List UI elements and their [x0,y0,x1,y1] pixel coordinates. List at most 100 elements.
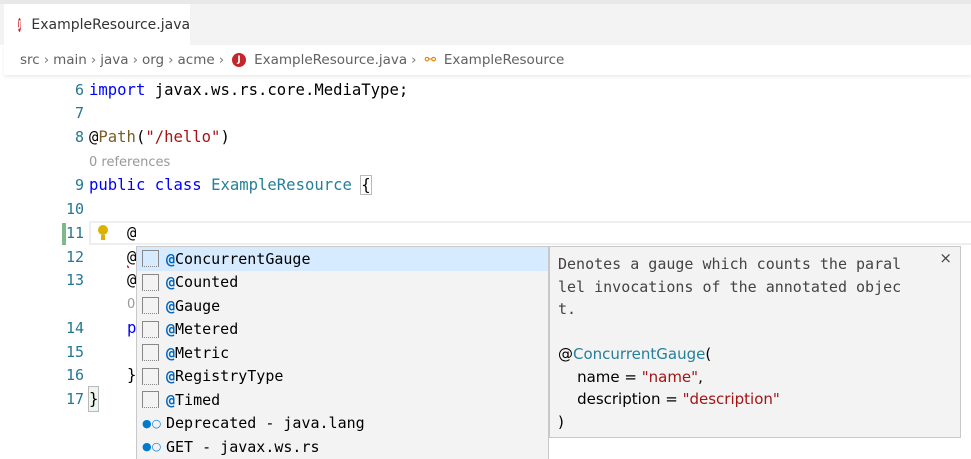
match-highlight: @ [166,390,176,409]
keyword: import [89,81,146,99]
code-text: ( [135,128,146,146]
current-line-highlight [89,221,971,245]
keyword: class [154,176,202,194]
annotation-icon [142,273,159,291]
string: "description" [682,390,780,408]
breadcrumb-file[interactable]: ExampleResource.java [254,52,407,68]
doc-text: Denotes a gauge which counts the paral [558,255,902,273]
code-text: ( [705,345,712,363]
string: "/hello" [145,128,221,146]
suggest-item[interactable]: @ Metered [137,318,548,342]
match-highlight: @ [166,343,176,362]
line-number: 12 [65,248,84,266]
keyword: public [89,176,146,194]
suggest-label: Gauge [175,296,221,315]
match-highlight: @ [166,249,176,268]
code-line-13: @ [127,271,137,289]
breadcrumb-class[interactable]: ExampleResource [444,52,564,68]
interface-icon: ●○ [142,440,162,454]
suggest-label: Counted [175,273,239,292]
annotation-icon [142,367,159,385]
codelens-references[interactable]: 0 [127,294,135,316]
suggest-details-panel: × Denotes a gauge which counts the paral… [549,246,961,438]
code-line-12: @ [127,248,137,266]
breadcrumb-main[interactable]: main [53,52,87,68]
java-file-icon: J [18,17,22,32]
chevron-right-icon: › [43,52,50,68]
lightbulb-icon[interactable] [98,225,108,240]
type-name: ExampleResource [211,176,352,194]
annotation-icon [142,344,159,362]
annotation-icon [142,250,159,268]
chevron-right-icon: › [132,52,138,68]
suggest-item[interactable]: @ Timed [137,388,548,412]
code-line-14: p [127,319,137,337]
breadcrumb-acme[interactable]: acme [178,52,215,68]
code-text: @ [89,128,99,146]
suggest-widget[interactable]: @ ConcurrentGauge @ Counted @ Gauge @ Metere… [136,246,549,459]
code-text: , [698,367,703,386]
doc-text: t. [558,300,577,318]
doc-signature: @ConcurrentGauge( [558,343,952,366]
code-text: description = [558,390,683,408]
breadcrumb-java[interactable]: java [100,52,128,68]
breadcrumb-org[interactable]: org [142,52,164,68]
match-highlight: @ [166,320,176,339]
codelens-references[interactable]: 0 references [89,152,170,174]
suggest-item[interactable]: @ Metric [137,341,548,365]
suggest-label: Deprecated - java.lang [166,414,365,433]
code-line-16: } [127,366,137,384]
annotation-icon [142,391,159,409]
breadcrumb: src › main › java › org › acme › J ExampleRes… [4,45,971,75]
code-text: ) [220,128,230,146]
suggest-item[interactable]: @ RegistryType [137,365,548,389]
suggest-item[interactable]: ●○ Deprecated - java.lang [137,412,548,436]
chevron-right-icon: › [168,52,174,68]
code-text: javax.ws.rs.core.MediaType; [145,81,409,99]
line-number: 8 [74,128,84,146]
tab-bar: J ExampleResource.java [0,0,971,45]
line-number: 6 [74,81,84,99]
chevron-right-icon: › [90,52,97,68]
match-highlight: @ [166,367,176,386]
type-name: ConcurrentGauge [573,345,706,363]
code-line-9: public class ExampleResource { [89,173,372,197]
suggest-item[interactable]: ●○ GET - javax.ws.rs [137,435,548,459]
code-line-11: @ [127,224,137,242]
line-number: 14 [65,319,84,337]
annotation: Path [98,128,136,146]
code-line-17: } [87,386,100,412]
suggest-label: GET - javax.ws.rs [166,437,320,456]
chevron-right-icon: › [218,52,225,68]
breadcrumb-src[interactable]: src [20,52,40,68]
doc-param: description = "description" [558,388,952,411]
string: "name" [641,367,699,386]
suggest-label: Metered [175,320,239,339]
code-line-6: import javax.ws.rs.core.MediaType; [89,78,408,102]
code-line-8: @Path("/hello") [89,125,230,149]
line-number: 9 [74,176,84,194]
match-highlight: @ [166,296,176,315]
match-highlight: @ [166,273,176,292]
suggest-item[interactable]: @ Counted [137,271,548,295]
line-number: 7 [74,104,84,122]
suggest-label: Timed [175,390,221,409]
java-file-icon: J [232,53,247,67]
line-number: 13 [65,271,84,289]
line-number: 11 [65,224,84,242]
suggest-item[interactable]: @ ConcurrentGauge [137,247,548,271]
chevron-right-icon: › [411,52,417,68]
suggest-label: RegistryType [175,367,284,386]
code-text: ) [558,412,564,431]
code-text: name = [558,367,642,386]
close-icon[interactable]: × [939,249,952,267]
annotation-icon [142,297,159,315]
annotation-icon [142,320,159,338]
code-text: @ [558,345,573,363]
suggest-item[interactable]: @ Gauge [137,294,548,318]
line-number: 16 [65,366,84,384]
line-number: 10 [65,200,84,218]
code-text: { [360,175,372,195]
tab-example-resource[interactable]: J ExampleResource.java [4,4,190,45]
suggest-label: ConcurrentGauge [175,249,311,268]
